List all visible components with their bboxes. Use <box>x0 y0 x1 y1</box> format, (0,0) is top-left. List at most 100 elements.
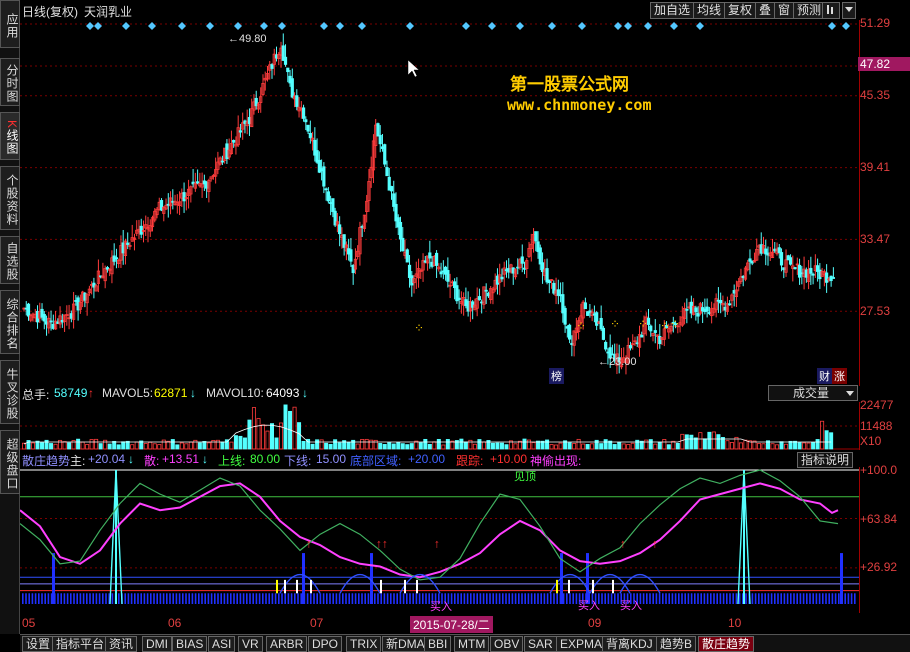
tab-11[interactable]: BBI <box>424 636 452 652</box>
bottom-bar <box>412 593 414 604</box>
bottom-bar <box>617 593 619 604</box>
bottom-bar <box>774 593 776 604</box>
candle-body <box>326 191 330 202</box>
bottom-bar <box>313 593 315 604</box>
signal-bar <box>284 579 286 594</box>
candle-body <box>809 267 813 274</box>
sidebar-item-order-book[interactable]: 超级盘口 <box>0 430 20 494</box>
bottom-bar <box>383 593 386 604</box>
indicator-chart[interactable]: ↑ ↑ ↑ ↑ ↑ ↑ <box>20 467 860 615</box>
tab-15[interactable]: EXPMA <box>556 636 607 652</box>
tab-7[interactable]: ARBR <box>266 636 308 652</box>
sidebar-item-ranking[interactable]: 综合排名 <box>0 290 20 354</box>
volume-bar <box>738 442 743 450</box>
tab-3[interactable]: DMI <box>142 636 172 652</box>
rank-badge[interactable]: 榜 <box>549 368 564 384</box>
finance-badge[interactable]: 财 <box>817 368 832 384</box>
candle-body <box>825 272 829 283</box>
adjust-button[interactable]: 复权 <box>724 2 757 19</box>
sidebar-item-apps[interactable]: 应用 <box>0 0 20 48</box>
overlay-button[interactable]: 叠 <box>755 2 776 19</box>
bottom-bar <box>300 593 302 604</box>
tab-14[interactable]: SAR <box>524 636 557 652</box>
volume-bar <box>405 444 410 450</box>
volume-bar <box>590 443 595 450</box>
menu-dropdown-icon[interactable] <box>842 2 856 19</box>
scroll-bars-icon[interactable] <box>822 2 840 19</box>
bottom-bar <box>674 593 677 604</box>
indicator-help-button[interactable]: 指标说明 <box>797 452 853 468</box>
volume-bar <box>684 434 689 450</box>
tab-6[interactable]: VR <box>238 636 263 652</box>
bottom-bar <box>390 593 392 604</box>
tab-10[interactable]: 新DMA <box>382 636 429 652</box>
sidebar-item-kline[interactable]: K线图 <box>0 112 20 160</box>
tab-8[interactable]: DPO <box>308 636 343 652</box>
signal-diamond-icon <box>578 22 586 30</box>
price-level-4: 33.47 <box>860 232 891 246</box>
bottom-bar <box>92 593 94 604</box>
signal-bar <box>296 579 298 594</box>
candle-body <box>295 95 299 107</box>
bottom-bar <box>854 593 856 604</box>
bottom-bar <box>844 593 846 604</box>
volume-bar <box>62 441 67 450</box>
tab-17[interactable]: 趋势B <box>656 636 697 652</box>
candle-body <box>831 277 835 279</box>
sidebar-item-stock-info[interactable]: 个股资料 <box>0 166 20 230</box>
tab-16[interactable]: 背离KDJ <box>602 636 657 652</box>
window-button[interactable]: 窗 <box>774 2 795 19</box>
bottom-bar <box>703 593 706 604</box>
tab-13[interactable]: OBV <box>490 636 524 652</box>
price-chart[interactable]: ⁘ ⁘ ⁘ ⁘ ⁘ ⁘ <box>20 20 860 390</box>
bottom-bar <box>540 593 542 604</box>
signal-diamond-icon <box>86 22 94 30</box>
signal-diamond-icon <box>336 22 344 30</box>
signal-diamond-icon <box>488 22 496 30</box>
bottom-bar <box>575 593 578 604</box>
bottom-bar <box>329 593 331 604</box>
add-watchlist-button[interactable]: 加自选 <box>650 2 695 19</box>
bottom-bar <box>326 593 328 604</box>
limit-up-badge[interactable]: 涨 <box>832 368 847 384</box>
tab-0[interactable]: 设置 <box>22 636 55 652</box>
volume-bar <box>707 431 712 450</box>
sidebar-item-intraday[interactable]: 分时图 <box>0 58 20 106</box>
bottom-bar <box>386 593 389 604</box>
volume-bar <box>49 443 54 450</box>
volume-bar <box>116 444 121 450</box>
tab-1[interactable]: 指标平台 <box>52 636 109 652</box>
signal-bar <box>380 579 382 594</box>
volume-bar <box>22 442 27 450</box>
tab-4[interactable]: BIAS <box>172 636 208 652</box>
volume-bar <box>775 444 780 450</box>
tab-18[interactable]: 散庄趋势 <box>698 636 755 652</box>
volume-bar <box>824 430 829 450</box>
indicator-selector[interactable]: 成交量 <box>768 385 858 401</box>
volume-chart[interactable] <box>20 402 860 452</box>
bottom-bar <box>214 593 216 604</box>
volume-bar <box>693 437 698 450</box>
bottom-bar <box>479 593 482 604</box>
tab-2[interactable]: 资讯 <box>105 636 138 652</box>
candle-body <box>331 198 335 212</box>
sidebar-item-diagnosis[interactable]: 牛叉诊股 <box>0 360 20 424</box>
moving-average-button[interactable]: 均线 <box>693 2 726 19</box>
sidebar-item-watchlist[interactable]: 自选股 <box>0 236 20 284</box>
signal-bar <box>568 579 570 594</box>
volume-bar <box>680 433 685 450</box>
bottom-bar <box>207 593 210 604</box>
tab-12[interactable]: MTM <box>454 636 490 652</box>
bottom-bar <box>102 593 104 604</box>
volume-bar <box>346 442 351 450</box>
bottom-bar <box>230 593 232 604</box>
bottom-bar <box>802 593 805 604</box>
bottom-bar <box>604 593 606 604</box>
forecast-button[interactable]: 预测 <box>793 2 826 19</box>
bottom-bar <box>294 593 296 604</box>
tab-9[interactable]: TRIX <box>346 636 382 652</box>
tab-5[interactable]: ASI <box>208 636 236 652</box>
candle-body <box>538 247 542 265</box>
candle-body <box>383 144 387 165</box>
bottom-bar <box>73 593 75 604</box>
